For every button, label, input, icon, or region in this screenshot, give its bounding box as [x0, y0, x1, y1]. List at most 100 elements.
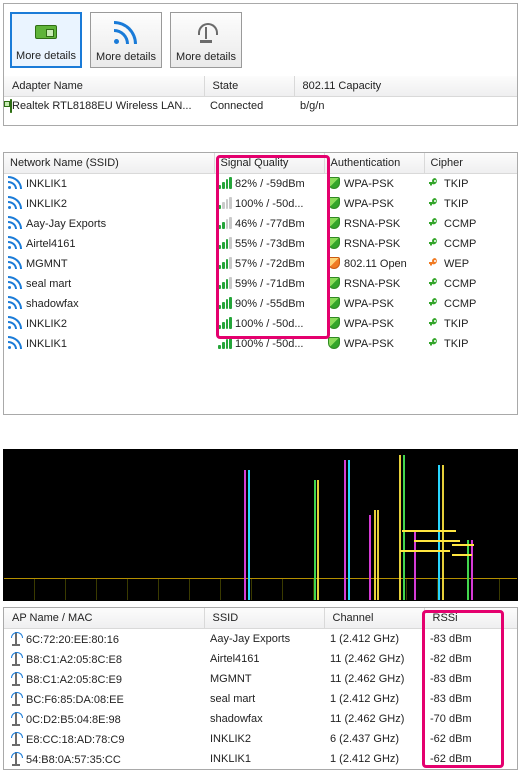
auth-text: WPA-PSK — [344, 318, 394, 330]
auth-text: 802.11 Open — [344, 258, 407, 270]
col-apssid[interactable]: SSID — [204, 608, 324, 629]
shield-icon — [328, 217, 340, 229]
tower-icon — [10, 752, 22, 766]
network-row[interactable]: Airtel416155% / -73dBmRSNA-PSKCCMP — [4, 234, 517, 254]
col-ssid[interactable]: Network Name (SSID) — [4, 153, 214, 174]
cipher-text: TKIP — [444, 178, 468, 190]
adapter-panel: More details More details More details A… — [3, 3, 518, 126]
ap-mac-text: E8:CC:18:AD:78:C9 — [26, 734, 124, 746]
ap-ssid-text: seal mart — [210, 693, 255, 705]
adapter-name-text: Realtek RTL8188EU Wireless LAN... — [12, 100, 192, 112]
button-label: More details — [96, 51, 156, 63]
col-rssi[interactable]: RSSi — [424, 608, 517, 629]
col-cipher[interactable]: Cipher — [424, 153, 517, 174]
ssid-text: Airtel4161 — [26, 238, 76, 250]
ap-rssi-text: -62 dBm — [430, 733, 472, 745]
adapter-row[interactable]: Realtek RTL8188EU Wireless LAN... Connec… — [4, 97, 517, 116]
wifi-icon — [8, 197, 22, 209]
signal-bars-icon — [218, 237, 232, 249]
cipher-text: CCMP — [444, 298, 476, 310]
col-adapter-name[interactable]: Adapter Name — [4, 76, 204, 97]
col-auth[interactable]: Authentication — [324, 153, 424, 174]
network-row[interactable]: shadowfax90% / -55dBmWPA-PSKCCMP — [4, 294, 517, 314]
signal-text: 100% / -50d... — [235, 198, 304, 210]
ssid-text: INKLIK1 — [26, 178, 67, 190]
ap-row[interactable]: B8:C1:A2:05:8C:E8Airtel416111 (2.462 GHz… — [4, 649, 517, 669]
col-adapter-cap[interactable]: 802.11 Capacity — [294, 76, 517, 97]
col-channel[interactable]: Channel — [324, 608, 424, 629]
key-icon — [428, 217, 440, 229]
cipher-text: CCMP — [444, 278, 476, 290]
tower-icon — [10, 672, 22, 686]
signal-text: 46% / -77dBm — [235, 218, 305, 230]
key-icon — [428, 297, 440, 309]
key-icon — [428, 337, 440, 349]
signal-bars-icon — [218, 217, 232, 229]
wifi-icon — [8, 297, 22, 309]
ap-row[interactable]: 54:B8:0A:57:35:CCINKLIK11 (2.412 GHz)-62… — [4, 749, 517, 769]
auth-text: RSNA-PSK — [344, 218, 400, 230]
ap-mac-text: 0C:D2:B5:04:8E:98 — [26, 714, 121, 726]
network-row[interactable]: seal mart59% / -71dBmRSNA-PSKCCMP — [4, 274, 517, 294]
ap-row[interactable]: BC:F6:85:DA:08:EEseal mart1 (2.412 GHz)-… — [4, 689, 517, 709]
ap-row[interactable]: 0C:D2:B5:04:8E:98shadowfax11 (2.462 GHz)… — [4, 709, 517, 729]
ap-channel-text: 1 (2.412 GHz) — [330, 633, 399, 645]
signal-bars-icon — [218, 337, 232, 349]
wifi-details-button[interactable]: More details — [90, 12, 162, 68]
cipher-text: TKIP — [444, 318, 468, 330]
adapter-card-icon — [35, 14, 57, 50]
ap-channel-text: 1 (2.412 GHz) — [330, 753, 399, 765]
signal-bars-icon — [218, 277, 232, 289]
network-row[interactable]: INKLIK2100% / -50d...WPA-PSKTKIP — [4, 194, 517, 214]
ap-rssi-text: -70 dBm — [430, 713, 472, 725]
ap-channel-text: 11 (2.462 GHz) — [330, 673, 404, 685]
tower-icon — [10, 712, 22, 726]
antenna-details-button[interactable]: More details — [170, 12, 242, 68]
wifi-icon — [114, 13, 138, 51]
ap-ssid-text: Aay-Jay Exports — [210, 633, 290, 645]
signal-text: 59% / -71dBm — [235, 278, 305, 290]
network-row[interactable]: INKLIK1100% / -50d...WPA-PSKTKIP — [4, 334, 517, 354]
cipher-text: WEP — [444, 258, 469, 270]
shield-icon — [328, 197, 340, 209]
signal-bars-icon — [218, 197, 232, 209]
network-row[interactable]: INKLIK2100% / -50d...WPA-PSKTKIP — [4, 314, 517, 334]
ap-mac-text: B8:C1:A2:05:8C:E9 — [26, 674, 122, 686]
ap-row[interactable]: 6C:72:20:EE:80:16 Aay-Jay Exports 1 (2.412… — [4, 629, 517, 650]
ap-panel: AP Name / MAC SSID Channel RSSi 6C:72:20… — [3, 607, 518, 770]
key-icon — [428, 257, 440, 269]
button-label: More details — [176, 51, 236, 63]
ap-channel-text: 6 (2.437 GHz) — [330, 733, 399, 745]
key-icon — [428, 197, 440, 209]
ap-ssid-text: INKLIK1 — [210, 753, 251, 765]
network-row[interactable]: Aay-Jay Exports46% / -77dBmRSNA-PSKCCMP — [4, 214, 517, 234]
col-signal[interactable]: Signal Quality — [214, 153, 324, 174]
shield-icon — [328, 177, 340, 189]
auth-text: WPA-PSK — [344, 198, 394, 210]
ap-row[interactable]: B8:C1:A2:05:8C:E9MGMNT11 (2.462 GHz)-83 … — [4, 669, 517, 689]
signal-bars-icon — [218, 257, 232, 269]
signal-bars-icon — [218, 297, 232, 309]
networks-table: Network Name (SSID) Signal Quality Authe… — [4, 153, 517, 354]
cipher-text: CCMP — [444, 238, 476, 250]
adapter-details-button[interactable]: More details — [10, 12, 82, 68]
ap-mac-text: 6C:72:20:EE:80:16 — [26, 634, 119, 646]
wifi-icon — [8, 217, 22, 229]
auth-text: WPA-PSK — [344, 298, 394, 310]
ap-row[interactable]: E8:CC:18:AD:78:C9INKLIK26 (2.437 GHz)-62… — [4, 729, 517, 749]
ap-rssi-text: -82 dBm — [430, 653, 472, 665]
col-adapter-state[interactable]: State — [204, 76, 294, 97]
ssid-text: INKLIK2 — [26, 198, 67, 210]
signal-text: 55% / -73dBm — [235, 238, 305, 250]
ap-mac-text: B8:C1:A2:05:8C:E8 — [26, 654, 122, 666]
shield-icon — [328, 337, 340, 349]
ap-mac-text: BC:F6:85:DA:08:EE — [26, 694, 124, 706]
network-row[interactable]: INKLIK182% / -59dBmWPA-PSKTKIP — [4, 174, 517, 195]
networks-panel: Network Name (SSID) Signal Quality Authe… — [3, 152, 518, 415]
wifi-icon — [8, 317, 22, 329]
network-row[interactable]: MGMNT57% / -72dBm802.11 OpenWEP — [4, 254, 517, 274]
wifi-icon — [8, 177, 22, 189]
cipher-text: TKIP — [444, 338, 468, 350]
auth-text: RSNA-PSK — [344, 278, 400, 290]
col-apname[interactable]: AP Name / MAC — [4, 608, 204, 629]
